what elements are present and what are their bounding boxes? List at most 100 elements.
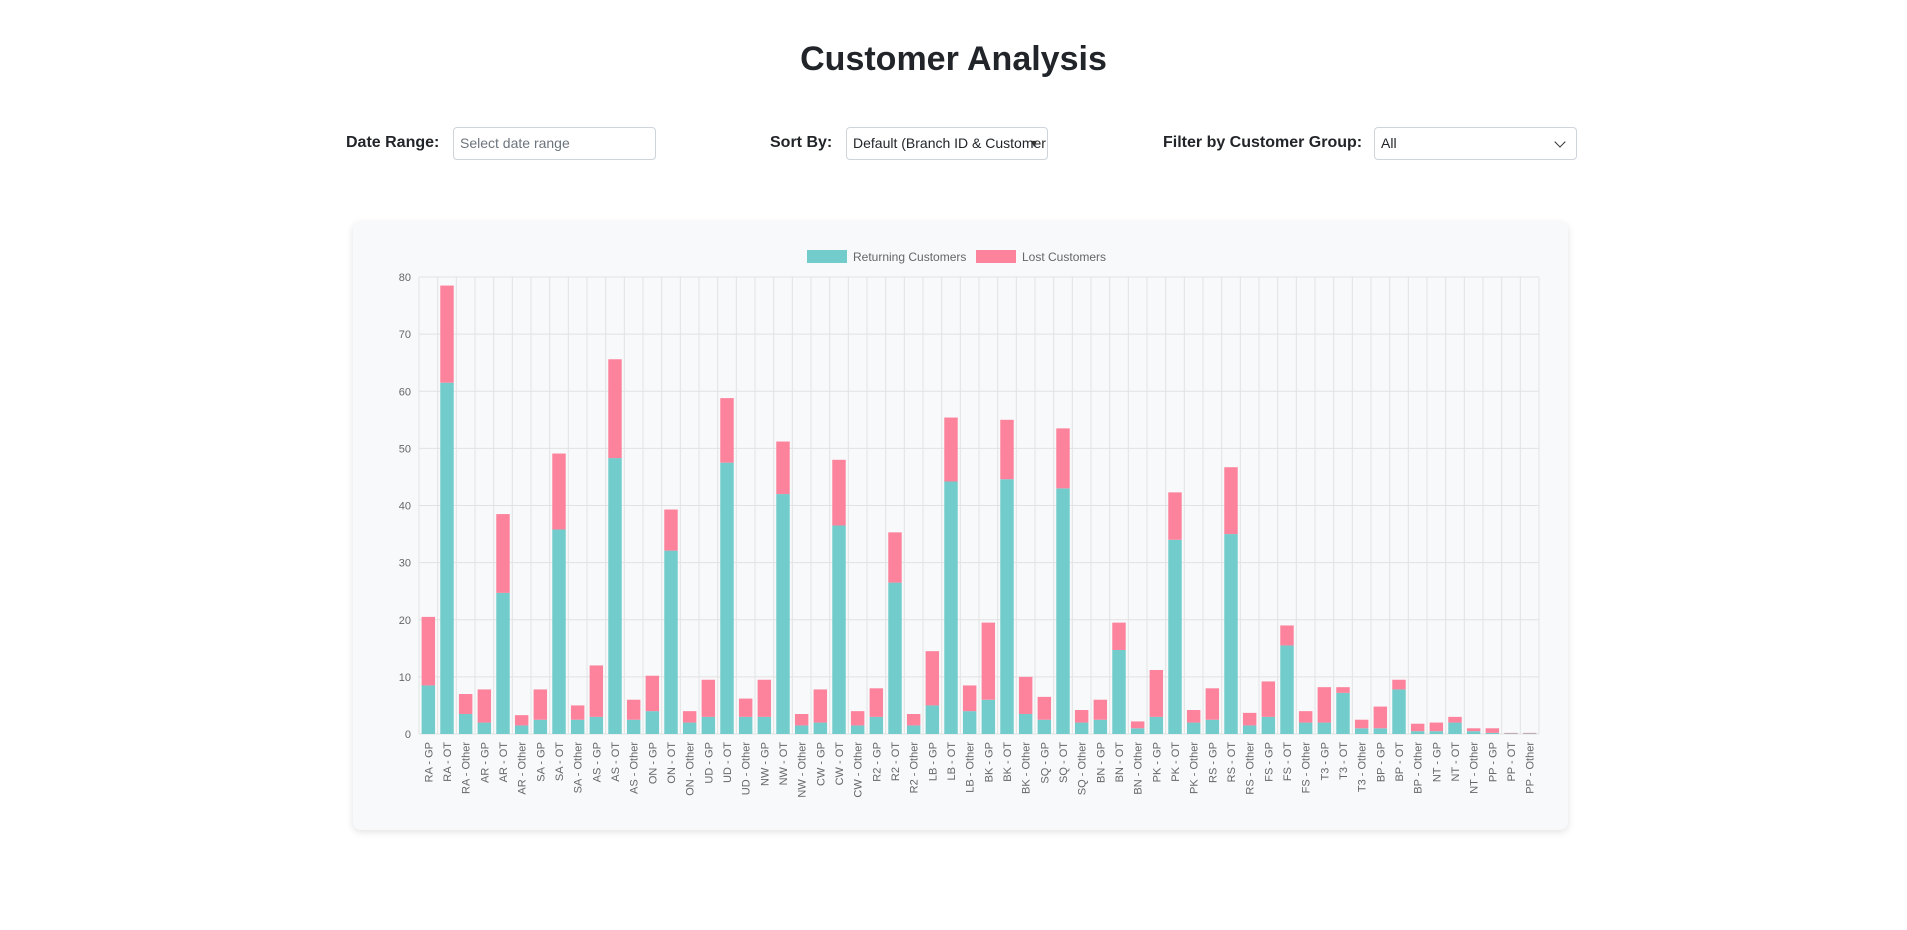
x-tick-label: PK - OT: [1170, 742, 1182, 782]
x-tick-label: NW - OT: [778, 742, 790, 786]
bar-lost: [944, 417, 958, 482]
bar-lost: [496, 514, 510, 593]
group-filter-select[interactable]: All: [1374, 127, 1577, 160]
y-tick-label: 50: [399, 443, 411, 455]
bar-returning: [533, 719, 548, 734]
bar-lost: [1018, 676, 1033, 715]
bar-lost: [925, 651, 940, 706]
bar-lost: [1130, 721, 1145, 729]
bar-lost: [906, 714, 921, 726]
x-tick-label: PK - GP: [1151, 742, 1163, 782]
x-tick-label: ON - Other: [685, 742, 697, 796]
bar-returning: [626, 719, 641, 734]
bar-returning: [645, 711, 660, 734]
bar-lost: [1074, 710, 1089, 723]
bar-lost: [832, 459, 846, 526]
chevron-down-icon: [1554, 136, 1566, 148]
x-tick-label: R2 - OT: [890, 742, 902, 781]
bar-lost: [794, 714, 809, 726]
bar-returning: [1429, 731, 1444, 734]
bar-returning: [1410, 731, 1425, 734]
bar-returning: [664, 550, 678, 734]
bar-returning: [1093, 719, 1108, 734]
y-tick-label: 70: [399, 329, 411, 341]
x-tick-label: FS - OT: [1282, 742, 1294, 781]
bar-returning: [1261, 716, 1276, 734]
y-tick-label: 60: [399, 386, 411, 398]
y-tick-label: 40: [399, 501, 411, 513]
x-tick-label: SQ - GP: [1039, 742, 1051, 784]
bar-returning: [720, 462, 734, 734]
x-tick-label: SQ - Other: [1077, 742, 1089, 796]
bar-returning: [850, 725, 865, 734]
x-tick-label: RS - OT: [1226, 742, 1238, 783]
bar-lost: [1037, 696, 1052, 720]
bar-returning: [776, 494, 790, 734]
bar-returning: [1448, 722, 1462, 734]
x-tick-label: PP - Other: [1525, 742, 1537, 794]
sort-by-select[interactable]: Default (Branch ID & Customer Group) ▾: [846, 127, 1048, 160]
bar-returning: [1242, 725, 1257, 734]
x-tick-label: ON - GP: [647, 742, 659, 784]
x-tick-label: CW - GP: [815, 742, 827, 786]
bar-lost: [869, 688, 884, 717]
bar-lost: [1149, 670, 1164, 717]
bar-lost: [1336, 687, 1350, 693]
bar-lost: [1410, 723, 1425, 732]
legend-swatch: [807, 250, 847, 263]
bar-returning: [1354, 728, 1369, 734]
bar-returning: [477, 722, 492, 734]
date-range-input[interactable]: Select date range: [453, 127, 656, 160]
bar-returning: [944, 481, 958, 734]
bar-lost: [1280, 625, 1294, 646]
bar-lost: [1429, 722, 1444, 732]
sort-by-value: Default (Branch ID & Customer Group): [853, 135, 1047, 151]
bar-lost: [981, 622, 996, 700]
x-tick-label: FS - Other: [1301, 742, 1313, 794]
x-tick-label: SA - OT: [554, 742, 566, 781]
bar-returning: [869, 716, 884, 734]
bar-lost: [888, 532, 902, 583]
chart-card: 0 10 20 30 40 50 60 70 80 RA - GP RA - OT RA - Othe…: [353, 222, 1568, 830]
bar-returning: [794, 725, 809, 734]
bar-returning: [552, 529, 566, 734]
bar-lost: [664, 509, 678, 551]
bar-lost: [608, 359, 622, 459]
bar-returning: [1224, 534, 1238, 734]
bar-lost: [1373, 706, 1388, 729]
bar-lost: [720, 398, 734, 463]
x-tick-label: BK - Other: [1021, 742, 1033, 794]
legend-label: Lost Customers: [1022, 250, 1106, 264]
x-tick-label: FS - GP: [1263, 742, 1275, 782]
bar-returning: [1056, 488, 1070, 734]
x-tick-label: NT - GP: [1431, 742, 1443, 782]
bar-lost: [1000, 419, 1014, 480]
bar-lost: [813, 689, 828, 723]
bar-lost: [682, 711, 697, 723]
bar-returning: [1373, 728, 1388, 734]
bar-returning: [496, 592, 510, 734]
bar-lost: [1056, 428, 1070, 489]
x-tick-label: BN - OT: [1114, 742, 1126, 783]
bar-lost: [701, 679, 716, 717]
x-tick-label: SA - GP: [535, 742, 547, 782]
bar-lost: [1448, 716, 1462, 723]
bar-lost: [440, 285, 454, 383]
bar-lost: [1392, 679, 1406, 690]
bar-lost: [552, 453, 566, 530]
bar-lost: [1242, 712, 1257, 726]
x-tick-label: T3 - OT: [1338, 742, 1350, 780]
bar-returning: [1018, 714, 1033, 734]
bar-returning: [1205, 719, 1220, 734]
x-tick-label: AR - GP: [479, 742, 491, 783]
bar-lost: [1261, 681, 1276, 717]
x-tick-label: RA - Other: [461, 742, 473, 794]
bar-lost: [421, 616, 436, 686]
bar-returning: [1466, 731, 1481, 734]
bar-returning: [1149, 716, 1164, 734]
x-tick-label: AR - OT: [498, 742, 510, 783]
bar-lost: [533, 689, 548, 720]
bar-lost: [1485, 728, 1500, 733]
x-tick-label: BN - Other: [1133, 742, 1145, 795]
x-tick-label: R2 - Other: [909, 742, 921, 794]
